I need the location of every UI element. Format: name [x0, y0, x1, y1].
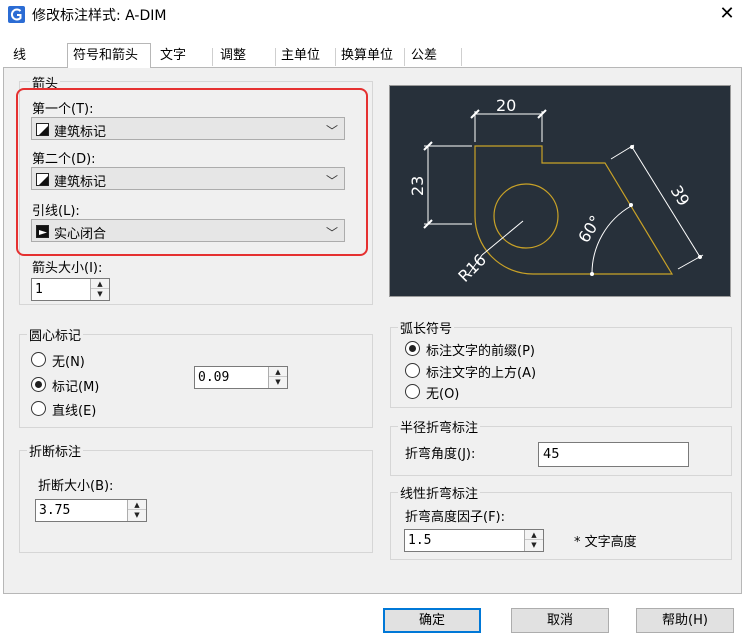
tab-separator	[461, 48, 462, 66]
arrow-size-label: 箭头大小(I):	[32, 261, 103, 276]
center-mark-line-label: 直线(E)	[52, 404, 97, 419]
radius-jog-group-label: 半径折弯标注	[398, 417, 481, 436]
arrow-size-spinner[interactable]: 1 ▲ ▼	[31, 278, 110, 301]
tab-tolerances[interactable]: 公差	[406, 45, 460, 67]
center-mark-size-spinner[interactable]: 0.09 ▲ ▼	[194, 366, 288, 389]
dimension-preview: 20 23 39 60° R16	[389, 85, 731, 297]
break-size-spinner[interactable]: 3.75 ▲ ▼	[35, 499, 147, 522]
jog-height-factor-label: 折弯高度因子(F):	[405, 510, 506, 525]
spin-up-icon[interactable]: ▲	[91, 279, 109, 289]
dim-text-39: 39	[667, 182, 694, 209]
center-mark-mark-label: 标记(M)	[52, 380, 100, 395]
break-size-value: 3.75	[39, 503, 71, 518]
center-mark-size-value: 0.09	[198, 370, 230, 385]
tab-text[interactable]: 文字	[155, 45, 210, 67]
spin-down-icon[interactable]: ▼	[525, 540, 543, 550]
arc-length-group-label: 弧长符号	[398, 318, 455, 337]
arc-prefix-label: 标注文字的前缀(P)	[426, 344, 535, 359]
spin-up-icon[interactable]: ▲	[525, 530, 543, 540]
center-mark-none-label: 无(N)	[52, 355, 85, 370]
center-mark-mark-radio[interactable]	[31, 377, 46, 392]
preview-drawing: 20 23 39 60° R16	[408, 96, 704, 286]
close-icon[interactable]: ✕	[715, 2, 739, 26]
dim-text-20: 20	[496, 96, 516, 115]
spin-up-icon[interactable]: ▲	[269, 367, 287, 377]
spin-down-icon[interactable]: ▼	[128, 510, 146, 520]
jog-angle-input[interactable]: 45	[538, 442, 689, 467]
arc-above-label: 标注文字的上方(A)	[426, 366, 537, 381]
jog-height-factor-value: 1.5	[408, 533, 432, 548]
tab-alternate-units[interactable]: 换算单位	[336, 45, 404, 67]
spin-down-icon[interactable]: ▼	[269, 377, 287, 387]
break-size-label: 折断大小(B):	[38, 479, 114, 494]
help-button[interactable]: 帮助(H)	[636, 608, 734, 633]
jog-height-factor-spinner[interactable]: 1.5 ▲ ▼	[404, 529, 544, 552]
tab-symbols-arrows[interactable]: 符号和箭头	[67, 43, 151, 68]
dimension-break-group-label: 折断标注	[27, 441, 84, 460]
arrow-size-value: 1	[35, 282, 43, 297]
tab-fit[interactable]: 调整	[215, 45, 273, 67]
dim-text-60: 60°	[574, 212, 605, 246]
dim-text-23: 23	[408, 176, 427, 196]
app-logo-icon	[8, 6, 25, 23]
tab-separator	[212, 48, 213, 66]
text-height-suffix: * 文字高度	[574, 535, 637, 550]
tab-separator	[404, 48, 405, 66]
ok-button[interactable]: 确定	[383, 608, 481, 633]
tab-primary-units[interactable]: 主单位	[276, 45, 334, 67]
jog-angle-label: 折弯角度(J):	[405, 447, 476, 462]
highlight-annotation	[16, 88, 368, 256]
arc-above-radio[interactable]	[405, 363, 420, 378]
window-title: 修改标注样式: A-DIM	[32, 8, 167, 24]
cancel-button[interactable]: 取消	[511, 608, 609, 633]
arc-prefix-radio[interactable]	[405, 341, 420, 356]
title-bar: 修改标注样式: A-DIM ✕	[0, 0, 744, 30]
center-mark-none-radio[interactable]	[31, 352, 46, 367]
center-marks-group-label: 圆心标记	[27, 325, 84, 344]
dim-text-r16: R16	[454, 250, 490, 286]
linear-jog-group-label: 线性折弯标注	[398, 483, 481, 502]
arc-none-label: 无(O)	[426, 387, 460, 402]
center-mark-line-radio[interactable]	[31, 401, 46, 416]
spin-down-icon[interactable]: ▼	[91, 289, 109, 299]
spin-up-icon[interactable]: ▲	[128, 500, 146, 510]
tab-lines[interactable]: 线	[8, 45, 56, 67]
jog-angle-value: 45	[543, 447, 560, 462]
arc-none-radio[interactable]	[405, 384, 420, 399]
